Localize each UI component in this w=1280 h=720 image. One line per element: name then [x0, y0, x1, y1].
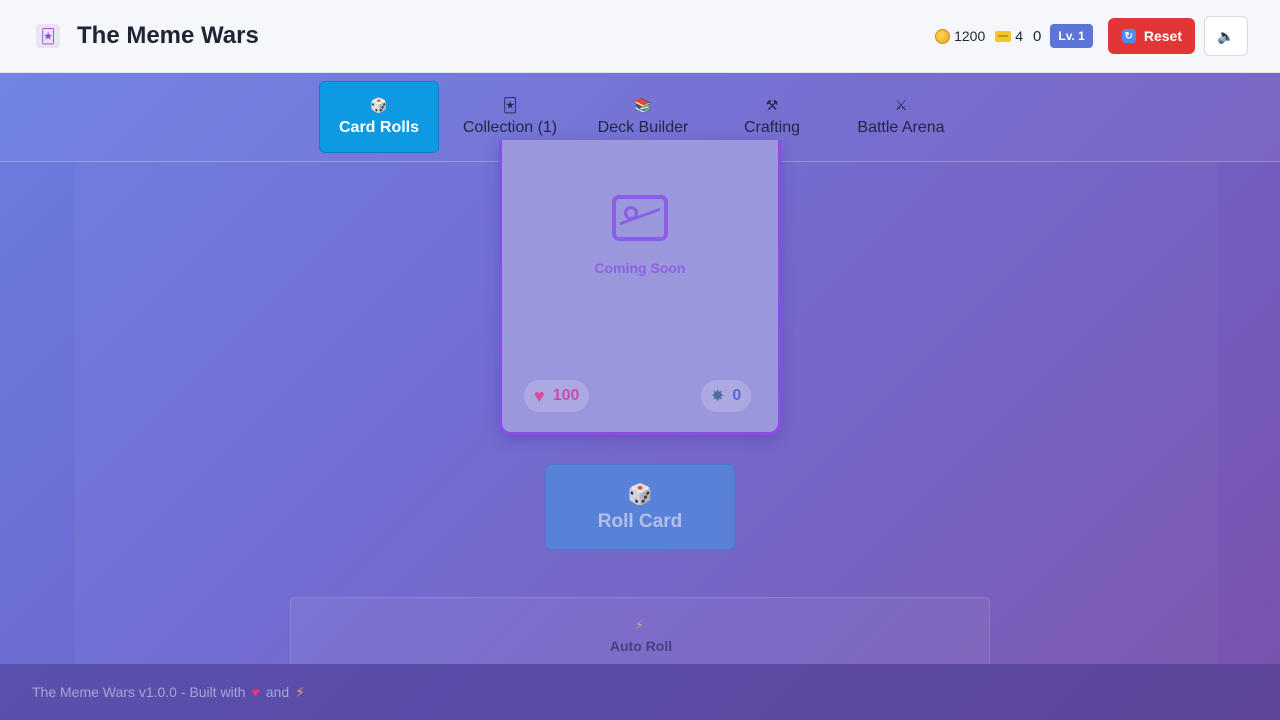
header-stats: 1200 4 0 Lv. 1 ↻ Reset 🔈 [935, 16, 1248, 56]
card-placeholder-text: Coming Soon [594, 260, 686, 276]
speaker-icon: 🔈 [1217, 27, 1235, 44]
dice-icon: 🎲 [370, 97, 388, 113]
dice-icon: 🎲 [627, 483, 653, 506]
card-attack-value: 0 [732, 387, 742, 404]
tab-label: Crafting [743, 119, 801, 136]
roll-card-button[interactable]: 🎲 Roll Card [545, 464, 735, 550]
tab-battle-arena[interactable]: ⚔ Battle Arena [841, 81, 961, 153]
level-badge: Lv. 1 [1050, 24, 1093, 48]
tools-icon: ⚒ [765, 97, 779, 113]
tab-label: Battle Arena [857, 119, 945, 136]
roll-card-label: Roll Card [597, 510, 683, 532]
coin-counter: 1200 [935, 28, 985, 44]
app-header: 🃏 The Meme Wars 1200 4 0 Lv. 1 ↻ Reset 🔈 [0, 0, 1280, 73]
image-placeholder-icon [612, 195, 668, 241]
ticket-icon [995, 30, 1012, 42]
card-hp: ♥ 100 [524, 380, 590, 412]
footer-text: The Meme Wars v1.0.0 - Built with [32, 684, 246, 700]
ticket-counter: 4 [995, 28, 1023, 44]
coin-value: 1200 [954, 28, 986, 44]
heart-icon: ♥ [251, 684, 260, 700]
meme-card: Coming Soon ♥ 100 ✸ 0 [499, 140, 781, 435]
app-logo-icon: 🃏 [36, 24, 60, 48]
gem-value: 0 [1033, 27, 1042, 45]
splat-icon: ✸ [711, 388, 725, 405]
card-attack: ✸ 0 [701, 380, 752, 412]
tab-label: Deck Builder [597, 119, 689, 136]
app-title: The Meme Wars [77, 22, 259, 49]
ticket-value: 4 [1015, 28, 1024, 44]
tab-card-rolls[interactable]: 🎲 Card Rolls [319, 81, 439, 153]
swords-icon: ⚔ [894, 97, 908, 113]
coin-icon [935, 28, 951, 44]
reset-label: Reset [1143, 28, 1182, 44]
sound-toggle-button[interactable]: 🔈 [1204, 16, 1248, 56]
lightning-icon: ⚡ [295, 683, 305, 700]
reset-button[interactable]: ↻ Reset [1107, 18, 1195, 54]
tab-label: Collection (1) [462, 119, 558, 136]
heart-icon: ♥ [534, 385, 545, 406]
cards-icon: 🃏 [502, 97, 518, 113]
auto-roll-panel: ⚡ Auto Roll [290, 597, 990, 664]
footer-text-and: and [265, 684, 290, 700]
footer: The Meme Wars v1.0.0 - Built with ♥ and … [0, 664, 1280, 720]
refresh-icon: ↻ [1121, 29, 1136, 43]
books-icon: 📚 [634, 97, 652, 113]
lightning-icon: ⚡ [635, 618, 644, 632]
tab-label: Card Rolls [338, 119, 419, 136]
card-hp-value: 100 [552, 387, 580, 404]
auto-roll-label: Auto Roll [609, 638, 673, 654]
